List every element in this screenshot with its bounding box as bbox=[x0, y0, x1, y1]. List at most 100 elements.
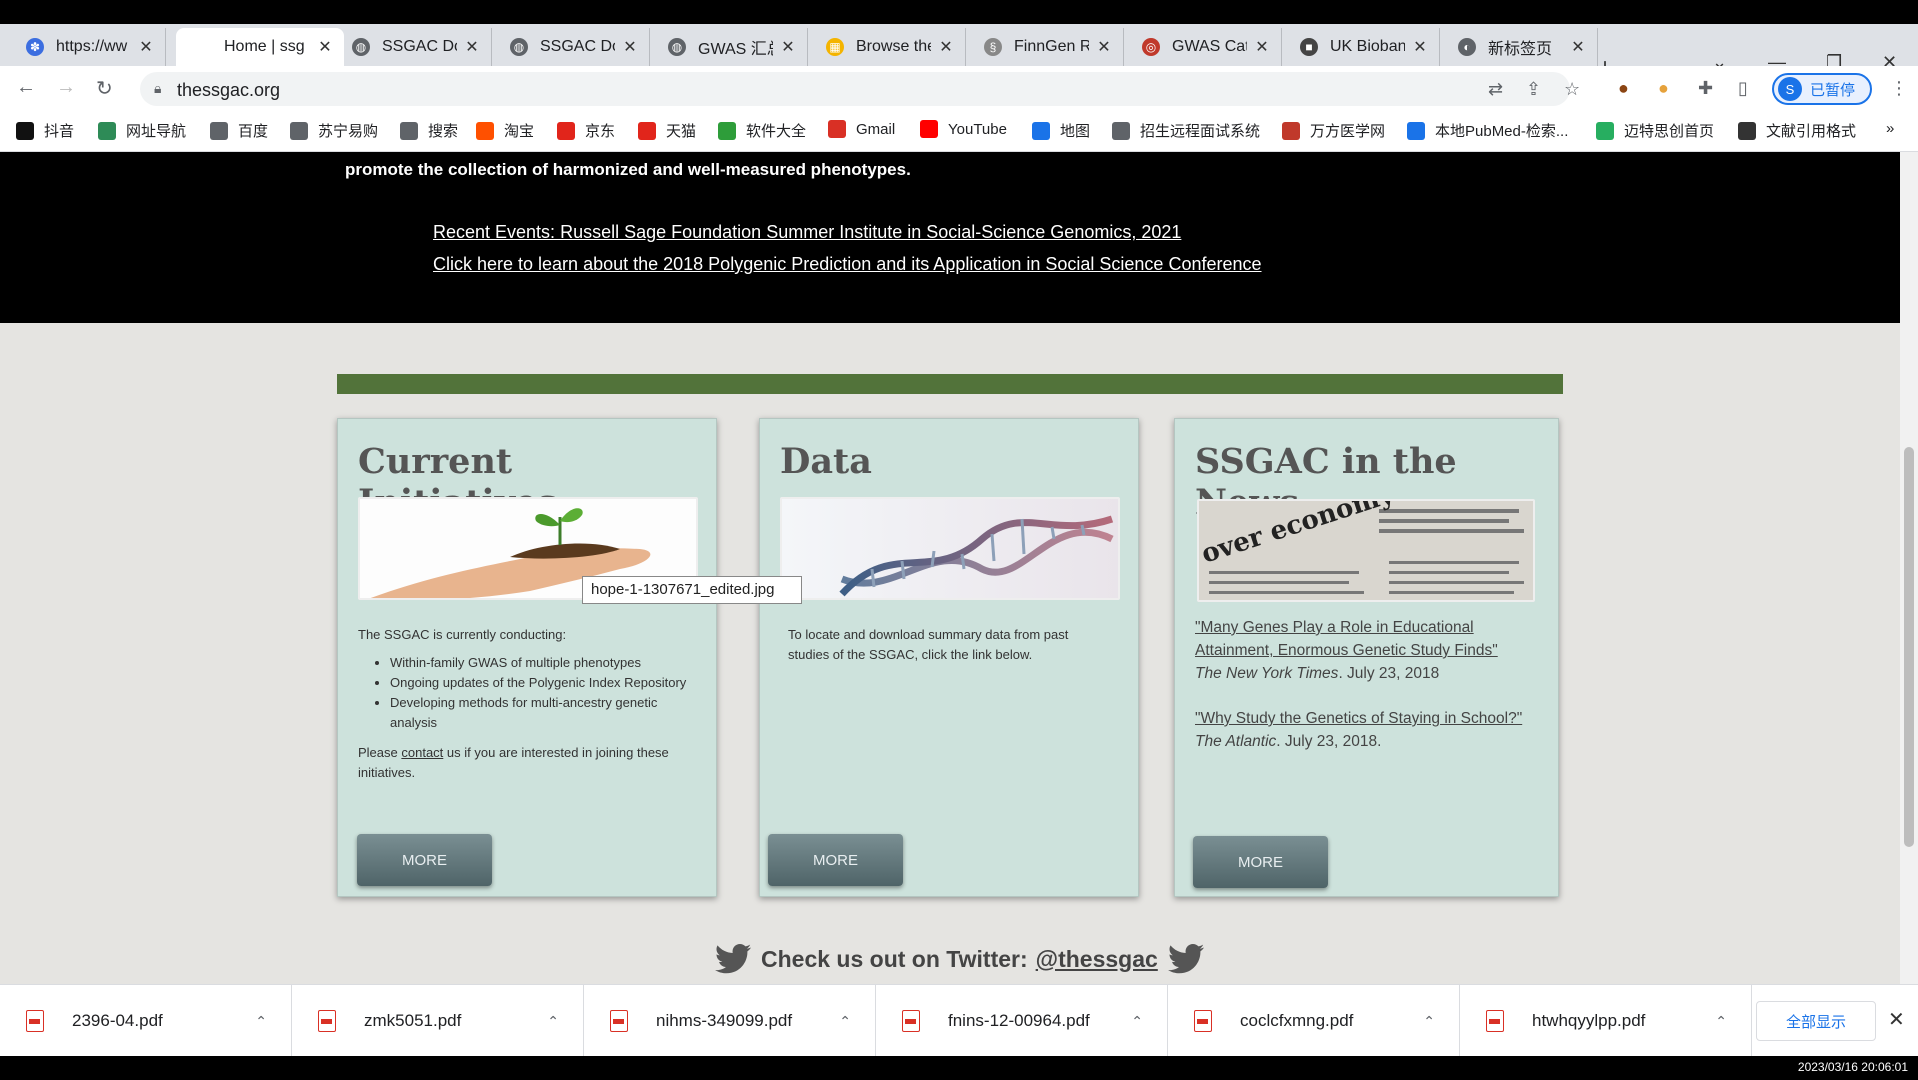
news-link-nyt[interactable]: "Many Genes Play a Role in Educational A… bbox=[1195, 619, 1498, 659]
scrollbar-thumb[interactable] bbox=[1904, 447, 1914, 847]
tab-7[interactable]: ◎ GWAS Cat ✕ bbox=[1124, 28, 1282, 66]
bookmark-item[interactable]: 文献引用格式 bbox=[1738, 120, 1856, 141]
profile-button[interactable]: S 已暂停 bbox=[1772, 73, 1872, 105]
bookmark-item[interactable]: 网址导航 bbox=[98, 120, 186, 141]
tab-close-icon[interactable]: ✕ bbox=[463, 37, 481, 57]
tab-6[interactable]: § FinnGen R ✕ bbox=[966, 28, 1124, 66]
menu-icon[interactable]: ⋮ bbox=[1890, 78, 1908, 99]
bookmark-item[interactable]: 搜索 bbox=[400, 120, 458, 141]
tab-close-icon[interactable]: ✕ bbox=[137, 37, 155, 57]
bookmark-item[interactable]: 招生远程面试系统 bbox=[1112, 120, 1260, 141]
translate-icon[interactable]: ⇄ bbox=[1488, 79, 1503, 100]
url-text[interactable]: thessgac.org bbox=[177, 80, 280, 101]
bookmark-label: Gmail bbox=[856, 120, 896, 138]
dna-helix-image bbox=[780, 497, 1120, 600]
bookmark-item[interactable]: 天猫 bbox=[638, 120, 696, 141]
download-item[interactable]: zmk5051.pdf ⌃ bbox=[292, 985, 584, 1057]
pdf-file-icon bbox=[902, 1010, 920, 1032]
contact-link[interactable]: contact bbox=[401, 745, 443, 760]
forward-icon[interactable]: → bbox=[56, 76, 76, 99]
news-more-button[interactable]: MORE bbox=[1193, 836, 1328, 888]
pdf-file-icon bbox=[1486, 1010, 1504, 1032]
bookmark-item[interactable]: 迈特思创首页 bbox=[1596, 120, 1714, 141]
tab-0[interactable]: ✽ https://ww ✕ bbox=[8, 28, 166, 66]
bookmark-item[interactable]: 软件大全 bbox=[718, 120, 806, 141]
download-item[interactable]: 2396-04.pdf ⌃ bbox=[0, 985, 292, 1057]
tab-close-icon[interactable]: ✕ bbox=[1411, 37, 1429, 57]
bookmark-item[interactable]: 苏宁易购 bbox=[290, 120, 378, 141]
cookie-editor-icon[interactable]: ● bbox=[1658, 78, 1669, 99]
bookmark-star-icon[interactable]: ☆ bbox=[1564, 79, 1580, 100]
bookmark-item[interactable]: 本地PubMed-检索... bbox=[1407, 120, 1568, 141]
bookmark-favicon-icon bbox=[400, 121, 418, 140]
tab-close-icon[interactable]: ✕ bbox=[1095, 37, 1113, 57]
chevron-up-icon[interactable]: ⌃ bbox=[1131, 1013, 1143, 1030]
bookmark-item[interactable]: 万方医学网 bbox=[1282, 120, 1385, 141]
tab-3[interactable]: ◍ SSGAC Do ✕ bbox=[492, 28, 650, 66]
bookmarks-overflow-icon[interactable]: » bbox=[1886, 120, 1894, 137]
bookmark-item[interactable]: 百度 bbox=[210, 120, 268, 141]
tab-close-icon[interactable]: ✕ bbox=[316, 37, 334, 57]
cookie-extension-icon[interactable]: ● bbox=[1618, 78, 1629, 99]
data-more-button[interactable]: MORE bbox=[768, 834, 903, 886]
download-item[interactable]: coclcfxmng.pdf ⌃ bbox=[1168, 985, 1460, 1057]
bookmark-item[interactable]: 抖音 bbox=[16, 120, 74, 141]
download-item[interactable]: htwhqyylpp.pdf ⌃ bbox=[1460, 985, 1752, 1057]
tab-label: FinnGen R bbox=[1014, 38, 1089, 55]
bookmark-favicon-icon bbox=[557, 121, 575, 140]
news-date-atlantic: . July 23, 2018. bbox=[1276, 733, 1382, 750]
download-item[interactable]: nihms-349099.pdf ⌃ bbox=[584, 985, 876, 1057]
tab-label: SSGAC Do bbox=[540, 38, 615, 55]
tab-close-icon[interactable]: ✕ bbox=[779, 37, 797, 57]
bookmark-item[interactable]: Gmail bbox=[828, 120, 895, 138]
bookmark-favicon-icon bbox=[718, 121, 736, 140]
chevron-up-icon[interactable]: ⌃ bbox=[1423, 1013, 1435, 1030]
close-downloads-icon[interactable]: ✕ bbox=[1888, 1007, 1905, 1032]
conference-link[interactable]: Click here to learn about the 2018 Polyg… bbox=[433, 254, 1262, 275]
download-item[interactable]: fnins-12-00964.pdf ⌃ bbox=[876, 985, 1168, 1057]
current-initiatives-card: Current Initiatives The SSGAC is current… bbox=[337, 418, 717, 897]
avatar: S bbox=[1778, 77, 1802, 101]
bookmark-item[interactable]: 京东 bbox=[557, 120, 615, 141]
bookmark-label: 天猫 bbox=[666, 123, 697, 140]
tab-close-icon[interactable]: ✕ bbox=[937, 37, 955, 57]
tab-favicon-icon: § bbox=[984, 38, 1002, 56]
tab-2[interactable]: ◍ SSGAC Do ✕ bbox=[334, 28, 492, 66]
tab-9[interactable]: ◐ 新标签页 ✕ bbox=[1440, 28, 1598, 66]
chevron-up-icon[interactable]: ⌃ bbox=[839, 1013, 851, 1030]
tab-close-icon[interactable]: ✕ bbox=[1569, 37, 1587, 57]
bookmark-label: 网址导航 bbox=[126, 123, 187, 140]
twitter-handle-link[interactable]: @thessgac bbox=[1036, 946, 1158, 973]
tab-1[interactable]: Home | ssg ✕ bbox=[176, 28, 344, 66]
show-all-downloads-button[interactable]: 全部显示 bbox=[1756, 1001, 1876, 1041]
reload-icon[interactable]: ↻ bbox=[96, 76, 113, 101]
side-panel-icon[interactable]: ▯ bbox=[1738, 78, 1748, 99]
tab-favicon-icon: ✽ bbox=[26, 38, 44, 56]
downloads-bar: 2396-04.pdf ⌃ zmk5051.pdf ⌃ nihms-349099.pdf… bbox=[0, 984, 1918, 1057]
tab-4[interactable]: ◍ GWAS 汇总 ✕ bbox=[650, 28, 808, 66]
bookmark-item[interactable]: 淘宝 bbox=[476, 120, 534, 141]
bookmark-item[interactable]: 地图 bbox=[1032, 120, 1090, 141]
tab-label: SSGAC Do bbox=[382, 38, 457, 55]
chevron-up-icon[interactable]: ⌃ bbox=[547, 1013, 559, 1030]
share-icon[interactable]: ⇪ bbox=[1526, 79, 1541, 100]
bookmark-item[interactable]: YouTube bbox=[920, 120, 1007, 138]
tab-close-icon[interactable]: ✕ bbox=[621, 37, 639, 57]
chevron-up-icon[interactable]: ⌃ bbox=[255, 1013, 267, 1030]
news-link-atlantic[interactable]: "Why Study the Genetics of Staying in Sc… bbox=[1195, 710, 1522, 727]
bookmark-label: 软件大全 bbox=[746, 123, 807, 140]
chevron-up-icon[interactable]: ⌃ bbox=[1715, 1013, 1727, 1030]
tab-5[interactable]: ▦ Browse the ✕ bbox=[808, 28, 966, 66]
extensions-icon[interactable]: ✚ bbox=[1698, 78, 1713, 99]
initiatives-more-button[interactable]: MORE bbox=[357, 834, 492, 886]
tab-close-icon[interactable]: ✕ bbox=[1253, 37, 1271, 57]
bookmark-favicon-icon bbox=[1282, 121, 1300, 140]
url-box[interactable]: 🔒︎ thessgac.org ⇄ ⇪ ☆ bbox=[140, 72, 1580, 106]
please-text: Please bbox=[358, 745, 398, 760]
recent-events-link[interactable]: Recent Events: Russell Sage Foundation S… bbox=[433, 222, 1181, 243]
page-scrollbar[interactable] bbox=[1900, 152, 1918, 984]
back-icon[interactable]: ← bbox=[16, 76, 36, 99]
tab-8[interactable]: ■ UK Bioban ✕ bbox=[1282, 28, 1440, 66]
bookmark-label: 京东 bbox=[585, 123, 616, 140]
initiative-item: Developing methods for multi-ancestry ge… bbox=[390, 693, 698, 733]
